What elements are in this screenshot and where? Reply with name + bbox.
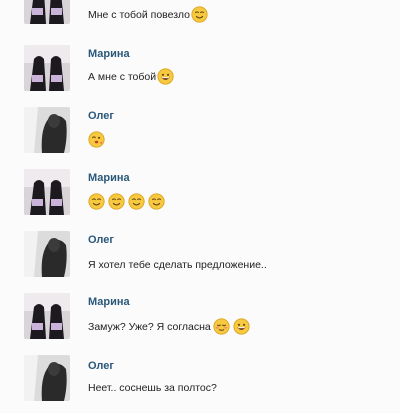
chat-history: Мне с тобой повезло Марина А мне с тобой bbox=[0, 0, 400, 413]
sender-name[interactable]: Олег bbox=[88, 110, 114, 122]
message-text: Мне с тобой повезло bbox=[88, 8, 191, 21]
avatar[interactable] bbox=[24, 0, 70, 24]
avatar[interactable] bbox=[24, 107, 70, 153]
smile-wink-emoji-icon bbox=[191, 6, 208, 23]
avatar[interactable] bbox=[24, 293, 70, 339]
message-text-row: Замуж? Уже? Я согласна bbox=[88, 318, 253, 335]
blush-emoji-icon bbox=[213, 318, 230, 335]
message-text-row: Неет.. соснешь за полтос? bbox=[88, 382, 217, 394]
oleg-avatar-image bbox=[24, 107, 70, 153]
kiss-emoji-icon bbox=[88, 131, 105, 148]
oleg-avatar-image bbox=[24, 355, 70, 401]
sender-name[interactable]: Олег bbox=[88, 234, 114, 246]
emoji-group bbox=[191, 6, 211, 23]
smile-wink-emoji-icon bbox=[148, 193, 165, 210]
sender-name[interactable]: Марина bbox=[88, 296, 130, 308]
avatar[interactable] bbox=[24, 169, 70, 215]
avatar[interactable] bbox=[24, 355, 70, 401]
emoji-group bbox=[157, 68, 177, 85]
emoji-group bbox=[88, 193, 168, 210]
message-text: Неет.. соснешь за полтос? bbox=[88, 382, 217, 394]
sender-name[interactable]: Марина bbox=[88, 172, 130, 184]
oleg-avatar-image bbox=[24, 231, 70, 277]
smile-wink-emoji-icon bbox=[128, 193, 145, 210]
marina-avatar-image bbox=[24, 293, 70, 339]
message-text-row bbox=[88, 193, 168, 210]
message-text: А мне с тобой bbox=[88, 70, 157, 83]
sender-name[interactable]: Олег bbox=[88, 360, 114, 372]
sender-name[interactable]: Марина bbox=[88, 48, 130, 60]
avatar[interactable] bbox=[24, 45, 70, 91]
smile-wink-emoji-icon bbox=[88, 193, 105, 210]
marina-avatar-image bbox=[24, 0, 70, 24]
message-text: Я хотел тебе сделать предложение.. bbox=[88, 259, 267, 271]
marina-avatar-image bbox=[24, 169, 70, 215]
marina-avatar-image bbox=[24, 45, 70, 91]
smile-wink-emoji-icon bbox=[108, 193, 125, 210]
message-text: Замуж? Уже? Я согласна bbox=[88, 320, 211, 333]
emoji-group bbox=[88, 131, 108, 148]
message-text-row: Мне с тобой повезло bbox=[88, 6, 211, 23]
avatar[interactable] bbox=[24, 231, 70, 277]
emoji-group bbox=[213, 318, 253, 335]
message-text-row bbox=[88, 131, 108, 148]
message-text-row: Я хотел тебе сделать предложение.. bbox=[88, 259, 267, 271]
grin-emoji-icon bbox=[233, 318, 250, 335]
message-text-row: А мне с тобой bbox=[88, 68, 177, 85]
grin-emoji-icon bbox=[157, 68, 174, 85]
